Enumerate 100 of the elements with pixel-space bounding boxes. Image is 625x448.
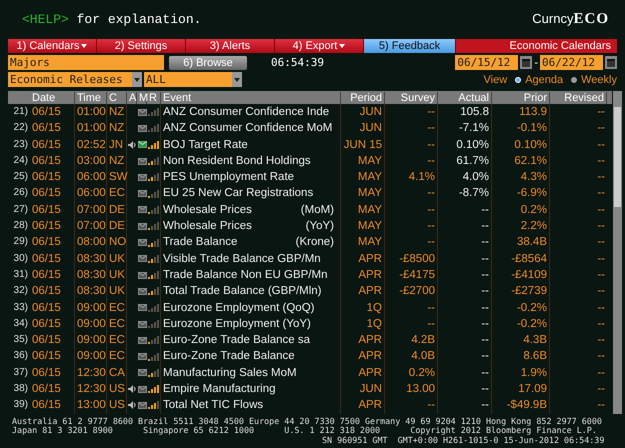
table-cell: --: [385, 397, 438, 414]
table-cell: 4.3%: [492, 169, 550, 186]
column-header[interactable]: Prior: [492, 92, 550, 104]
event-name[interactable]: Trade Balance Non EU GBP/Mn: [163, 266, 328, 284]
envelope-icon[interactable]: [138, 190, 146, 198]
envelope-icon[interactable]: [138, 222, 146, 230]
row-number[interactable]: 26): [8, 185, 30, 202]
column-header[interactable]: A: [127, 92, 137, 104]
row-number[interactable]: 25): [8, 169, 30, 186]
envelope-icon[interactable]: [138, 386, 146, 393]
envelope-icon[interactable]: [138, 174, 146, 181]
row-number[interactable]: 30): [8, 250, 30, 267]
row-number[interactable]: 34): [8, 316, 30, 332]
column-header[interactable]: Event: [161, 92, 341, 104]
table-cell: --: [385, 136, 438, 153]
scroll-bar[interactable]: [613, 91, 622, 414]
help-hint: <HELP> for explanation.: [22, 12, 202, 26]
event-name[interactable]: Total Net TIC Flows: [163, 397, 264, 414]
event-name[interactable]: ANZ Consumer Confidence MoM: [163, 120, 332, 137]
menu-button[interactable]: 5) Feedback: [364, 39, 456, 53]
event-name[interactable]: Wholesale Prices: [163, 202, 252, 218]
table-cell: UK: [107, 266, 127, 284]
event-name[interactable]: Non Resident Bond Holdings: [163, 152, 311, 170]
envelope-icon[interactable]: [138, 369, 146, 376]
end-date-field[interactable]: 06/22/12: [540, 55, 603, 70]
row-number[interactable]: 27): [8, 202, 30, 218]
calendar-icon[interactable]: [520, 56, 532, 69]
envelope-icon[interactable]: [138, 124, 146, 132]
event-name[interactable]: Manufacturing Sales MoM: [163, 364, 297, 382]
row-number[interactable]: 36): [8, 348, 30, 365]
envelope-icon[interactable]: [138, 108, 146, 116]
table-cell: 08:30: [75, 250, 107, 267]
row-number[interactable]: 28): [8, 218, 30, 234]
menu-button[interactable]: 1) Calendars: [8, 39, 97, 53]
event-name[interactable]: Trade Balance: [163, 234, 238, 251]
row-number[interactable]: 29): [8, 234, 30, 251]
row-number[interactable]: 21): [8, 104, 30, 120]
region-field[interactable]: Majors: [8, 55, 164, 70]
envelope-icon[interactable]: [138, 402, 146, 409]
column-header[interactable]: Time: [75, 92, 107, 104]
menu-button[interactable]: 3) Alerts: [186, 39, 275, 53]
event-name[interactable]: Euro-Zone Trade Balance: [163, 348, 295, 365]
envelope-icon[interactable]: [138, 304, 146, 312]
column-header[interactable]: C: [107, 92, 127, 104]
envelope-icon[interactable]: [138, 158, 146, 165]
event-name[interactable]: PES Unemployment Rate: [163, 169, 294, 186]
event-name[interactable]: BOJ Target Rate: [163, 136, 248, 153]
release-type-dropdown[interactable]: Economic Releases: [8, 72, 142, 87]
event-name[interactable]: Eurozone Employment (QoQ): [163, 300, 314, 316]
envelope-icon[interactable]: [138, 353, 146, 360]
envelope-icon[interactable]: [138, 141, 146, 148]
column-header[interactable]: M: [137, 92, 147, 104]
column-header[interactable]: Period: [341, 92, 385, 104]
table-cell: NZ: [107, 120, 127, 137]
row-number[interactable]: 39): [8, 397, 30, 414]
bar-chart-icon: [148, 238, 160, 247]
envelope-icon[interactable]: [138, 336, 146, 344]
column-header[interactable]: Date: [30, 92, 75, 104]
column-header[interactable]: Survey: [385, 92, 438, 104]
start-date-field[interactable]: 06/15/12: [455, 55, 518, 70]
event-name[interactable]: Eurozone Employment (YoY): [163, 316, 311, 332]
row-number[interactable]: 33): [8, 300, 30, 316]
column-header[interactable]: Revised: [550, 92, 607, 104]
row-number[interactable]: 24): [8, 152, 30, 170]
event-name[interactable]: Total Trade Balance (GBP/Mln): [163, 283, 322, 300]
table-cell-text: --: [596, 252, 606, 267]
event-name[interactable]: Wholesale Prices: [163, 218, 252, 234]
event-name[interactable]: EU 25 New Car Registrations: [163, 185, 314, 202]
envelope-icon[interactable]: [138, 320, 146, 328]
row-number[interactable]: 31): [8, 266, 30, 284]
row-number[interactable]: 23): [8, 136, 30, 153]
column-header[interactable]: Actual: [438, 92, 492, 104]
column-header[interactable]: R: [147, 92, 161, 104]
table-cell: -0.2%: [492, 300, 550, 316]
bar-chart-icon: [148, 287, 160, 296]
event-name[interactable]: Empire Manufacturing: [163, 381, 276, 398]
filter-dropdown[interactable]: ALL: [144, 72, 242, 87]
view-radio[interactable]: Agenda: [515, 74, 564, 86]
envelope-icon[interactable]: [138, 255, 146, 262]
row-number[interactable]: 32): [8, 283, 30, 300]
row-number[interactable]: 22): [8, 120, 30, 137]
menu-button[interactable]: 4) Export: [275, 39, 364, 53]
table-cell: JUN: [341, 104, 385, 120]
envelope-icon[interactable]: [138, 239, 146, 246]
event-name[interactable]: Visible Trade Balance GBP/Mn: [163, 250, 321, 267]
table-cell: 105.8: [438, 104, 492, 120]
view-radio[interactable]: Weekly: [571, 74, 617, 86]
event-name[interactable]: Euro-Zone Trade Balance sa: [163, 332, 310, 348]
table-cell: -£4175: [385, 266, 438, 284]
row-number[interactable]: 37): [8, 364, 30, 382]
caret-icon: [134, 78, 140, 82]
calendar-icon[interactable]: [605, 56, 617, 69]
row-number[interactable]: 38): [8, 381, 30, 398]
envelope-icon[interactable]: [138, 288, 146, 295]
row-number[interactable]: 35): [8, 332, 30, 348]
envelope-icon[interactable]: [138, 272, 146, 279]
browse-button[interactable]: 6) Browse: [169, 56, 247, 70]
menu-button[interactable]: 2) Settings: [97, 39, 186, 53]
envelope-icon[interactable]: [138, 206, 146, 214]
event-name[interactable]: ANZ Consumer Confidence Inde: [163, 104, 330, 120]
